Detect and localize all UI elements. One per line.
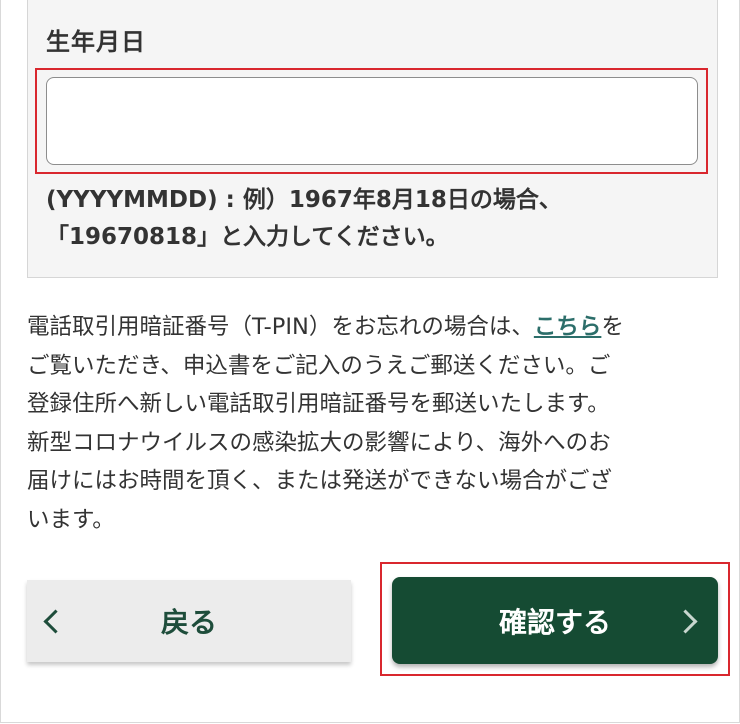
dob-input-highlight xyxy=(35,68,708,174)
notice-line-5: 届けにはお時間を頂く、または発送ができない場合がござ xyxy=(27,468,613,494)
notice-line-4: 新型コロナウイルスの感染拡大の影響により、海外へのお xyxy=(27,429,611,456)
dob-help-text: (YYYYMMDD) : 例）1967年8月18日の場合、 「19670818」… xyxy=(46,182,706,256)
chevron-left-icon xyxy=(43,609,68,634)
notice-line-1: 電話取引用暗証番号（T-PIN）をお忘れの場合は、こちらを xyxy=(27,308,727,347)
notice-line-1-after: を xyxy=(601,314,624,340)
notice-line-1-before: 電話取引用暗証番号（T-PIN）をお忘れの場合は、 xyxy=(27,314,534,340)
confirm-button-highlight xyxy=(380,562,730,676)
dob-help-line-1: (YYYYMMDD) : 例）1967年8月18日の場合、 xyxy=(46,187,562,213)
notice-line-6: います。 xyxy=(27,506,115,533)
dob-help-line-2: 「19670818」と入力してください。 xyxy=(46,224,449,250)
notice-line-3: 登録住所へ新しい電話取引用暗証番号を郵送いたします。 xyxy=(27,391,610,417)
notice-line-2: ご覧いただき、申込書をご記入のうえご郵送ください。ご xyxy=(27,352,611,379)
back-button[interactable]: 戻る xyxy=(27,580,351,662)
here-link[interactable]: こちら xyxy=(534,314,602,340)
back-button-label: 戻る xyxy=(160,606,217,639)
dob-label: 生年月日 xyxy=(46,28,146,56)
tpin-notice: 電話取引用暗証番号（T-PIN）をお忘れの場合は、こちらを ご覧いただき、申込書… xyxy=(27,308,727,539)
